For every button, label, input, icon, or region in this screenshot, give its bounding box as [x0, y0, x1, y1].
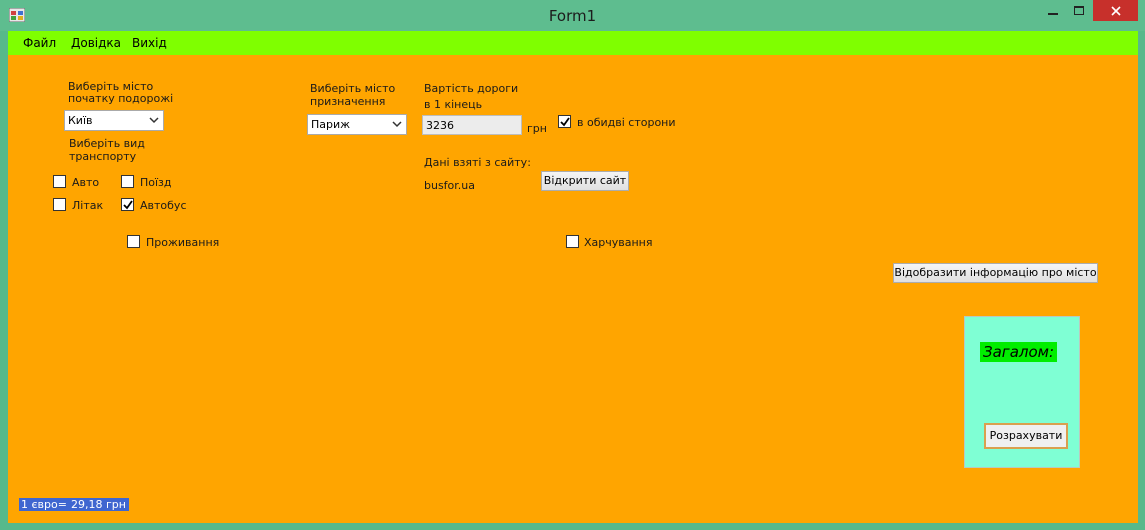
minimize-button[interactable]: [1040, 0, 1066, 21]
destination-label-line1: Виберіть місто: [310, 82, 396, 95]
origin-city-value: Київ: [68, 114, 93, 127]
checkbox-accommodation[interactable]: [127, 235, 140, 248]
app-window: Form1 Файл Довідка Вихід Виберіть місто …: [0, 0, 1145, 530]
city-info-button[interactable]: Відобразити інформацію про місто: [893, 263, 1098, 283]
cost-value: 3236: [426, 119, 454, 132]
chevron-down-icon: [149, 117, 159, 124]
checkbox-train-label: Поїзд: [140, 176, 172, 189]
checkbox-accommodation-label: Проживання: [146, 236, 220, 249]
source-label: Дані взяті з сайту:: [424, 156, 531, 169]
checkbox-car-label: Авто: [72, 176, 100, 189]
checkbox-bus-label: Автобус: [140, 199, 187, 212]
maximize-icon: [1074, 5, 1084, 15]
checkbox-train[interactable]: [121, 175, 134, 188]
checkbox-meals-label: Харчування: [584, 236, 653, 249]
form-body: Виберіть місто початку подорожі Київ Виб…: [8, 55, 1138, 523]
total-label: Загалом:: [980, 342, 1058, 362]
rate-value: 29,18 грн: [69, 498, 129, 511]
transport-label-line2: транспорту: [69, 150, 137, 163]
menu-help[interactable]: Довідка: [71, 36, 121, 50]
calculate-button[interactable]: Розрахувати: [984, 423, 1068, 449]
destination-label-line2: призначення: [310, 95, 386, 108]
checkmark-icon: [123, 200, 133, 210]
checkbox-both-ways[interactable]: [558, 115, 571, 128]
destination-city-select[interactable]: Париж: [307, 114, 407, 135]
checkbox-meals[interactable]: [566, 235, 579, 248]
checkbox-plane-label: Літак: [72, 199, 104, 212]
title-bar[interactable]: Form1: [0, 0, 1145, 31]
checkbox-both-ways-label: в обидві сторони: [577, 116, 676, 129]
destination-city-value: Париж: [311, 118, 351, 131]
open-site-button[interactable]: Відкрити сайт: [541, 171, 629, 191]
rate-label: 1 євро=: [19, 498, 69, 511]
checkbox-bus[interactable]: [121, 198, 134, 211]
origin-label-line2: початку подорожі: [68, 92, 174, 105]
chevron-down-icon: [392, 121, 402, 128]
cost-label-line2: в 1 кінець: [424, 98, 483, 111]
checkmark-icon: [560, 117, 570, 127]
close-button[interactable]: [1093, 0, 1138, 21]
cost-label-line1: Вартість дороги: [424, 82, 519, 95]
menu-bar: Файл Довідка Вихід: [8, 31, 1138, 55]
cost-unit: грн: [527, 122, 547, 135]
checkbox-plane[interactable]: [53, 198, 66, 211]
maximize-button[interactable]: [1066, 0, 1092, 21]
source-site: busfor.ua: [424, 179, 476, 192]
cost-field[interactable]: 3236: [422, 115, 522, 135]
menu-exit[interactable]: Вихід: [132, 36, 167, 50]
origin-city-select[interactable]: Київ: [64, 110, 164, 131]
checkbox-car[interactable]: [53, 175, 66, 188]
minimize-icon: [1048, 12, 1058, 15]
transport-label-line1: Виберіть вид: [69, 137, 145, 150]
window-title: Form1: [548, 7, 597, 25]
close-icon: [1110, 5, 1121, 16]
total-panel: Загалом: Розрахувати: [964, 316, 1080, 468]
menu-file[interactable]: Файл: [23, 36, 56, 50]
